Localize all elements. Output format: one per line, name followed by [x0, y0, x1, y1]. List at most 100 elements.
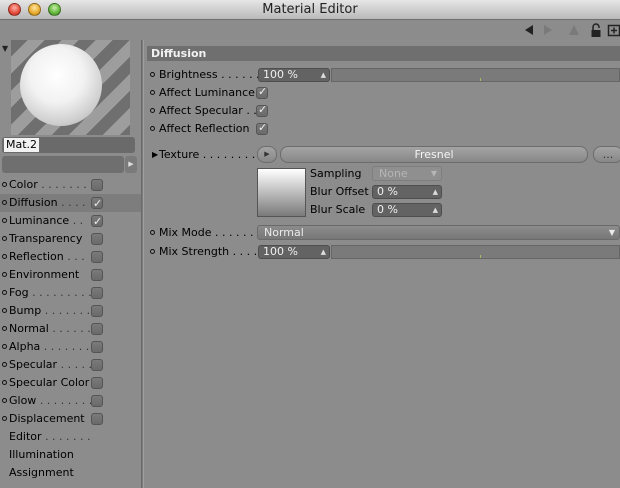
channel-label: Normal . . . . . .	[9, 322, 91, 335]
affect-luminance-checkbox[interactable]	[256, 85, 268, 99]
affect-specular-checkbox[interactable]	[256, 103, 268, 117]
forward-arrow-icon[interactable]	[540, 23, 556, 38]
texture-label: Texture . . . . . . . . .	[159, 148, 263, 161]
channel-item-fog[interactable]: Fog . . . . . . . . .	[0, 284, 141, 302]
channel-checkbox[interactable]	[91, 233, 103, 245]
channel-checkbox[interactable]	[91, 179, 103, 191]
channel-item-specular[interactable]: Specular . . . . .	[0, 356, 141, 374]
channel-item-color[interactable]: Color . . . . . . . .	[0, 176, 141, 194]
channel-checkbox[interactable]	[91, 269, 103, 281]
animation-bullet-icon[interactable]	[150, 249, 155, 254]
mix-strength-slider[interactable]	[331, 245, 620, 259]
channel-checkbox[interactable]	[91, 359, 103, 371]
material-bar[interactable]	[2, 156, 124, 173]
window-title: Material Editor	[262, 2, 358, 17]
preview-sphere	[20, 44, 102, 126]
channel-label: Alpha . . . . . . .	[9, 340, 90, 353]
texture-preview[interactable]	[257, 168, 306, 217]
stepper-icon[interactable]: ▲	[433, 186, 438, 198]
brightness-slider[interactable]	[331, 68, 620, 82]
material-bar-arrow-icon[interactable]: ▶	[125, 156, 137, 173]
channel-item-transparency[interactable]: Transparency	[0, 230, 141, 248]
sampling-dropdown[interactable]: None ▼	[372, 166, 442, 181]
animation-bullet-icon	[2, 344, 7, 349]
channel-label: Bump . . . . . . .	[9, 304, 91, 317]
channel-item-environment[interactable]: Environment	[0, 266, 141, 284]
animation-bullet-icon	[2, 182, 7, 187]
channel-checkbox[interactable]	[91, 195, 103, 213]
channel-checkbox[interactable]	[91, 305, 103, 317]
channel-checkbox[interactable]	[91, 213, 103, 231]
blur-scale-field[interactable]: 0 % ▲	[372, 203, 442, 217]
channel-item-alpha[interactable]: Alpha . . . . . . .	[0, 338, 141, 356]
blur-offset-value: 0 %	[377, 185, 398, 198]
channel-label: Glow . . . . . . . .	[9, 394, 93, 407]
material-preview[interactable]	[11, 40, 130, 135]
animation-bullet-icon	[2, 218, 7, 223]
animation-bullet-icon[interactable]	[150, 90, 155, 95]
channel-label: Assignment	[9, 466, 74, 479]
texture-shader-button[interactable]: Fresnel	[280, 146, 588, 163]
channel-item-specular-color[interactable]: Specular Color	[0, 374, 141, 392]
animation-bullet-icon[interactable]	[150, 72, 155, 77]
channel-item-displacement[interactable]: Displacement	[0, 410, 141, 428]
channel-item-glow[interactable]: Glow . . . . . . . .	[0, 392, 141, 410]
sampling-value: None	[379, 167, 408, 180]
animation-bullet-icon	[2, 254, 7, 259]
channel-label: Editor . . . . . . .	[9, 430, 91, 443]
preview-menu-icon[interactable]: ▼	[2, 44, 8, 53]
animation-bullet-icon[interactable]	[150, 108, 155, 113]
chevron-down-icon: ▼	[430, 169, 437, 178]
animation-bullet-icon[interactable]	[150, 126, 155, 131]
mix-strength-field[interactable]: 100 % ▲	[258, 245, 330, 259]
channel-item-bump[interactable]: Bump . . . . . . .	[0, 302, 141, 320]
animation-bullet-icon	[2, 416, 7, 421]
left-panel: ▼ Mat.2 ▶ Color . . . . . . . . Diffusion…	[0, 40, 141, 488]
stepper-icon[interactable]: ▲	[433, 204, 438, 216]
affect-specular-label: Affect Specular . .	[159, 104, 257, 117]
channel-item-editor[interactable]: Editor . . . . . . .	[0, 428, 141, 446]
toolbar	[0, 21, 620, 40]
animation-bullet-icon	[2, 398, 7, 403]
sampling-label: Sampling	[310, 167, 362, 180]
animation-bullet-icon	[2, 290, 7, 295]
channel-item-luminance[interactable]: Luminance . .	[0, 212, 141, 231]
channel-checkbox[interactable]	[91, 377, 103, 389]
channel-item-diffusion[interactable]: Diffusion . . . .	[0, 194, 141, 213]
stepper-icon[interactable]: ▲	[321, 246, 326, 258]
channel-checkbox[interactable]	[91, 395, 103, 407]
blur-scale-value: 0 %	[377, 203, 398, 216]
channel-item-assignment[interactable]: Assignment	[0, 464, 141, 482]
slider-marker	[480, 255, 481, 258]
new-window-icon[interactable]	[606, 23, 620, 38]
channel-label: Environment	[9, 268, 80, 281]
animation-bullet-icon[interactable]	[150, 230, 155, 235]
channel-item-reflection[interactable]: Reflection . . .	[0, 248, 141, 266]
material-name-field[interactable]: Mat.2	[2, 137, 135, 153]
blur-scale-label: Blur Scale	[310, 203, 366, 216]
section-title: Diffusion	[147, 46, 620, 61]
channel-checkbox[interactable]	[91, 413, 103, 425]
channel-checkbox[interactable]	[91, 287, 103, 299]
material-name-text: Mat.2	[4, 138, 40, 152]
brightness-field[interactable]: 100 % ▲	[258, 68, 330, 82]
channel-checkbox[interactable]	[91, 323, 103, 335]
texture-menu-button[interactable]: ▶	[257, 146, 277, 163]
channel-item-illumination[interactable]: Illumination	[0, 446, 141, 464]
channel-checkbox[interactable]	[91, 251, 103, 263]
expand-triangle-icon[interactable]: ▶	[152, 146, 158, 164]
channel-item-normal[interactable]: Normal . . . . . .	[0, 320, 141, 338]
lock-icon[interactable]	[588, 23, 604, 38]
panel-divider[interactable]	[141, 40, 144, 488]
animation-bullet-icon	[2, 272, 7, 277]
mix-strength-label: Mix Strength . . . .	[159, 245, 258, 258]
up-arrow-icon[interactable]	[566, 23, 582, 38]
affect-reflection-checkbox[interactable]	[256, 121, 268, 135]
blur-offset-field[interactable]: 0 % ▲	[372, 185, 442, 199]
mix-mode-dropdown[interactable]: Normal ▼	[257, 225, 620, 240]
texture-more-button[interactable]: ...	[593, 146, 620, 163]
affect-luminance-label: Affect Luminance	[159, 86, 255, 99]
stepper-icon[interactable]: ▲	[321, 69, 326, 81]
channel-checkbox[interactable]	[91, 341, 103, 353]
back-arrow-icon[interactable]	[521, 23, 537, 38]
